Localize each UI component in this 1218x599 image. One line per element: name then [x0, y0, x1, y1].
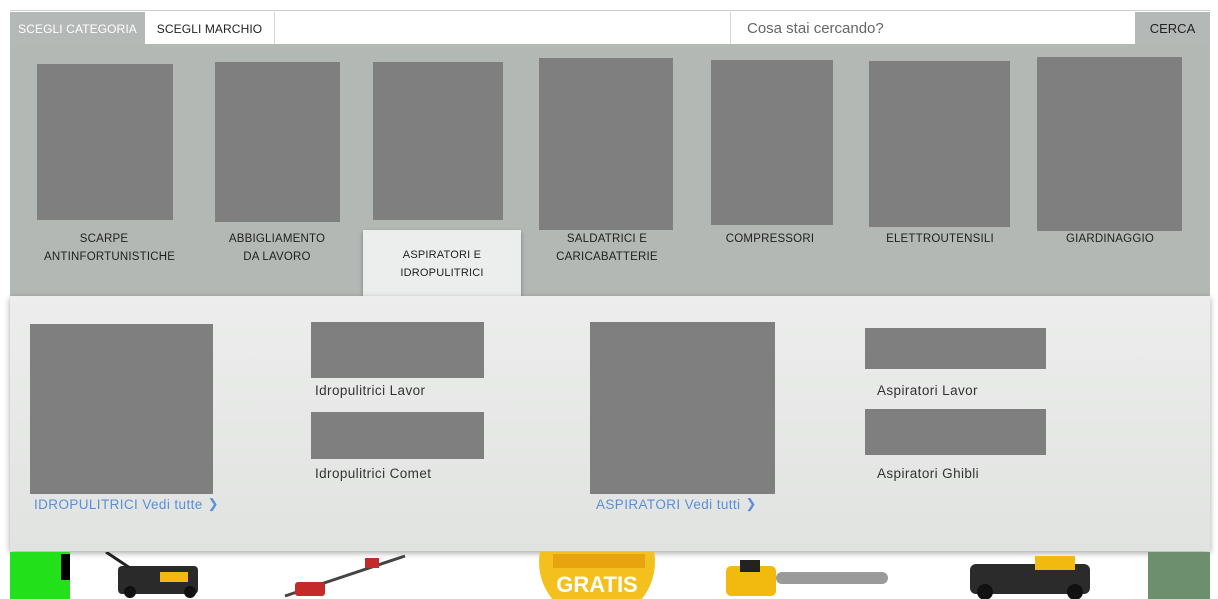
- category-image: [37, 64, 173, 220]
- category-image: [711, 60, 833, 225]
- aspiratori-see-all-link[interactable]: ASPIRATORI Vedi tutti ❯: [596, 496, 757, 512]
- category-image: [1037, 57, 1182, 231]
- chevron-right-icon: ❯: [745, 496, 757, 511]
- idropulitrici-see-all-link[interactable]: IDROPULITRICI Vedi tutte ❯: [34, 496, 219, 512]
- category-saldatrici[interactable]: SALDATRICI E CARICABATTERIE: [538, 44, 676, 296]
- see-all-label: ASPIRATORI Vedi tutti: [596, 496, 741, 512]
- subcategory-link-aspiratori-ghibli[interactable]: Aspiratori Ghibli: [877, 466, 979, 481]
- category-label: GIARDINAGGIO: [1065, 233, 1155, 245]
- aspiratori-lavor-image[interactable]: [865, 328, 1046, 369]
- subcategory-panel: IDROPULITRICI Vedi tutte ❯ Idropulitrici…: [10, 296, 1210, 551]
- tab-scegli-marchio[interactable]: SCEGLI MARCHIO: [145, 12, 275, 45]
- gratis-badge[interactable]: GRATIS: [515, 552, 680, 599]
- idropulitrici-lavor-image[interactable]: [311, 322, 484, 378]
- category-label: COMPRESSORI: [725, 233, 815, 245]
- gratis-text: GRATIS: [556, 572, 637, 597]
- category-label: ABBIGLIAMENTO DA LAVORO: [228, 233, 326, 263]
- search-input[interactable]: [731, 12, 1136, 45]
- tab-scegli-categoria[interactable]: SCEGLI CATEGORIA: [10, 12, 145, 45]
- search-box: [730, 12, 1136, 45]
- category-label: SCARPE ANTINFORTUNISTICHE: [44, 233, 176, 263]
- brush-cutter-image[interactable]: [275, 552, 415, 599]
- subcategory-link-aspiratori-lavor[interactable]: Aspiratori Lavor: [877, 383, 978, 398]
- subcategory-link-idropulitrici-comet[interactable]: Idropulitrici Comet: [315, 466, 431, 481]
- aspiratori-image[interactable]: [590, 322, 775, 494]
- category-image: [869, 61, 1010, 227]
- category-aspiratori-idropulitrici[interactable]: ASPIRATORI E IDROPULITRICI: [363, 44, 521, 296]
- chevron-right-icon: ❯: [207, 496, 219, 511]
- top-bar: SCEGLI CATEGORIA SCEGLI MARCHIO CERCA: [10, 10, 1210, 45]
- category-label: SALDATRICI E CARICABATTERIE: [556, 233, 658, 263]
- product-banner-strip: GRATIS: [0, 552, 1218, 599]
- see-all-label: IDROPULITRICI Vedi tutte: [34, 496, 203, 512]
- category-panel: SCARPE ANTINFORTUNISTICHE ABBIGLIAMENTO …: [10, 44, 1210, 296]
- idropulitrici-image[interactable]: [30, 324, 213, 494]
- category-abbigliamento[interactable]: ABBIGLIAMENTO DA LAVORO: [208, 44, 346, 296]
- category-image: [373, 62, 503, 220]
- category-elettroutensili[interactable]: ELETTROUTENSILI: [866, 44, 1014, 296]
- chainsaw-image[interactable]: [720, 552, 890, 599]
- category-label: ASPIRATORI E IDROPULITRICI: [400, 249, 484, 279]
- category-image: [539, 58, 673, 230]
- category-label: ELETTROUTENSILI: [886, 233, 994, 245]
- aspiratori-ghibli-image[interactable]: [865, 409, 1046, 455]
- category-scarpe[interactable]: SCARPE ANTINFORTUNISTICHE: [30, 44, 178, 296]
- subcategory-link-idropulitrici-lavor[interactable]: Idropulitrici Lavor: [315, 383, 425, 398]
- category-giardinaggio[interactable]: GIARDINAGGIO: [1035, 44, 1185, 296]
- category-compressori[interactable]: COMPRESSORI: [704, 44, 833, 296]
- category-image: [215, 62, 340, 222]
- riding-mower-image[interactable]: [955, 552, 1105, 599]
- garden-image[interactable]: [1148, 552, 1210, 599]
- promo-tile[interactable]: [10, 552, 70, 599]
- search-button[interactable]: CERCA: [1135, 12, 1210, 45]
- idropulitrici-comet-image[interactable]: [311, 412, 484, 459]
- lawn-mower-image[interactable]: [100, 552, 215, 599]
